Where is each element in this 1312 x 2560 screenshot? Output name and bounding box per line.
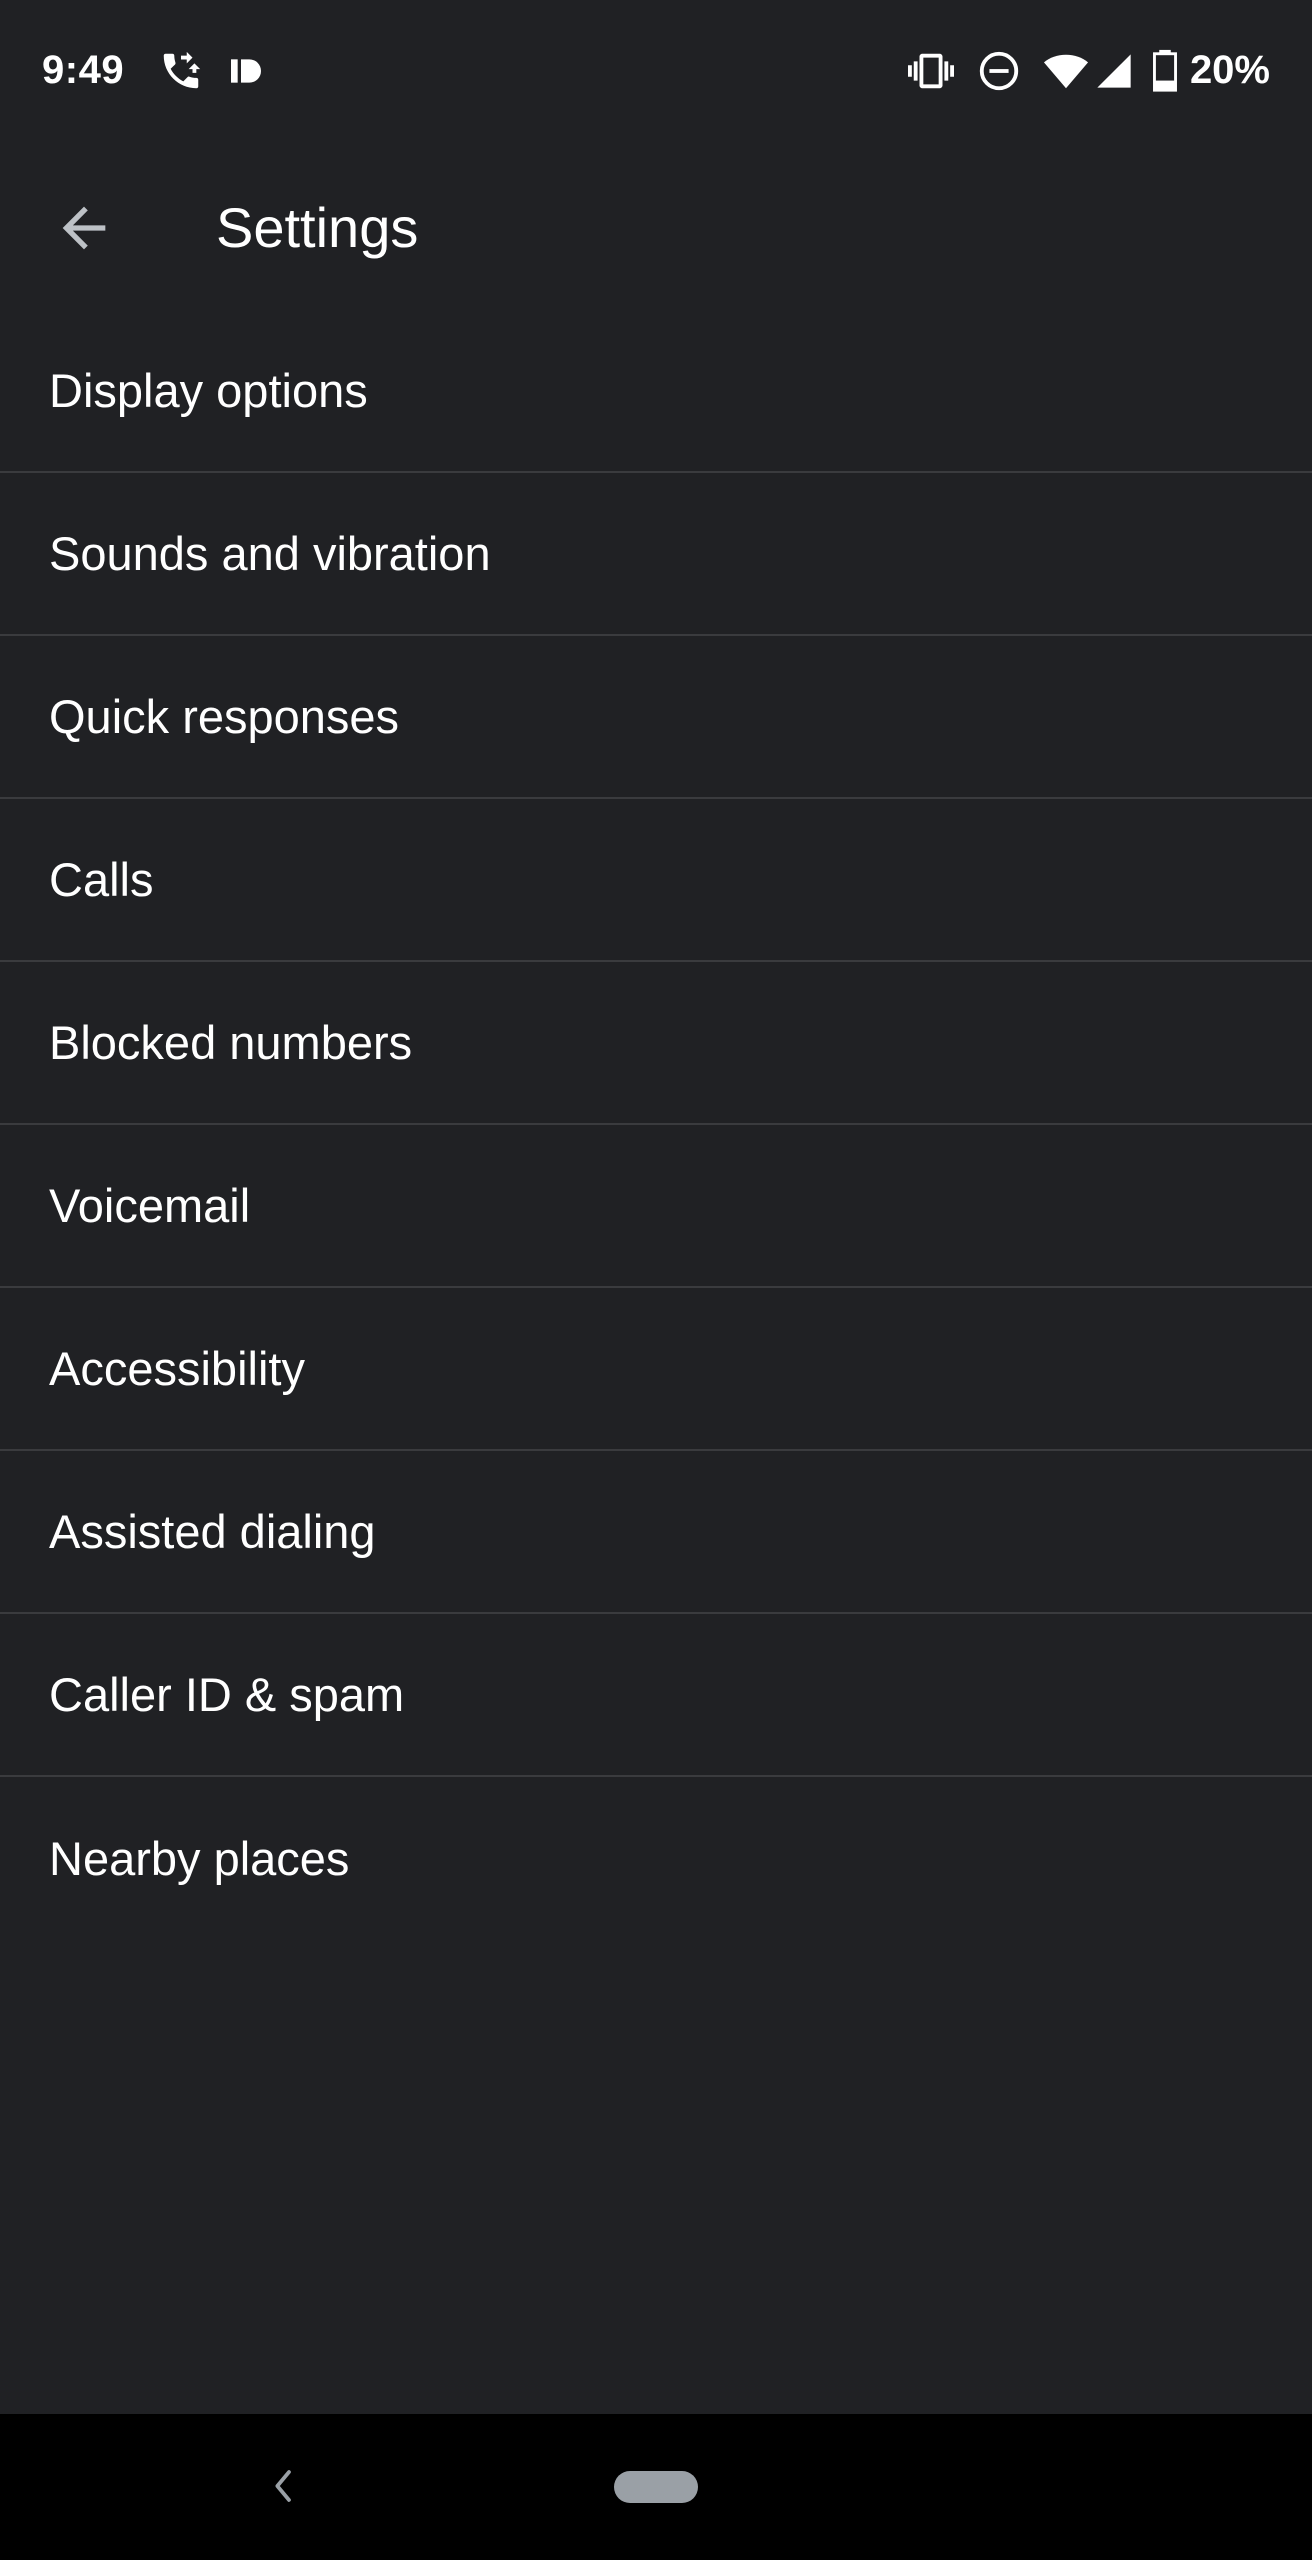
settings-item-label: Caller ID & spam [49,1668,405,1721]
settings-item-blocked-numbers[interactable]: Blocked numbers [0,962,1312,1125]
settings-item-nearby-places[interactable]: Nearby places [0,1777,1312,1940]
settings-item-label: Sounds and vibration [49,527,491,580]
wifi-icon [1043,54,1089,89]
settings-item-label: Quick responses [49,690,400,743]
back-arrow-icon[interactable] [44,196,124,260]
settings-item-accessibility[interactable]: Accessibility [0,1288,1312,1451]
cell-signal-icon [1097,54,1131,88]
settings-item-assisted-dialing[interactable]: Assisted dialing [0,1451,1312,1614]
battery-icon [1153,49,1177,92]
settings-item-display-options[interactable]: Display options [0,310,1312,473]
nav-back-icon[interactable] [262,2458,302,2514]
settings-item-label: Accessibility [49,1342,305,1395]
home-pill-icon[interactable] [614,2471,698,2503]
vibrate-icon [908,53,954,89]
settings-item-voicemail[interactable]: Voicemail [0,1125,1312,1288]
settings-item-calls[interactable]: Calls [0,799,1312,962]
app-bar: Settings [0,150,1312,306]
settings-item-label: Blocked numbers [49,1016,413,1069]
settings-item-quick-responses[interactable]: Quick responses [0,636,1312,799]
settings-item-label: Calls [49,853,154,906]
settings-item-label: Nearby places [49,1832,350,1885]
status-bar: 9:49 20% [0,0,1312,150]
settings-item-label: Display options [49,364,368,417]
navigation-bar [0,2414,1312,2560]
settings-item-label: Voicemail [49,1179,251,1232]
status-time: 9:49 [42,48,125,92]
caller-id-icon [231,59,261,83]
battery-percent: 20% [1189,48,1270,92]
do-not-disturb-icon [979,51,1019,91]
settings-item-label: Assisted dialing [49,1505,376,1558]
settings-item-caller-id-spam[interactable]: Caller ID & spam [0,1614,1312,1777]
call-forward-icon [163,51,201,89]
settings-list: Display options Sounds and vibration Qui… [0,310,1312,1940]
page-title: Settings [216,196,419,259]
settings-item-sounds-and-vibration[interactable]: Sounds and vibration [0,473,1312,636]
